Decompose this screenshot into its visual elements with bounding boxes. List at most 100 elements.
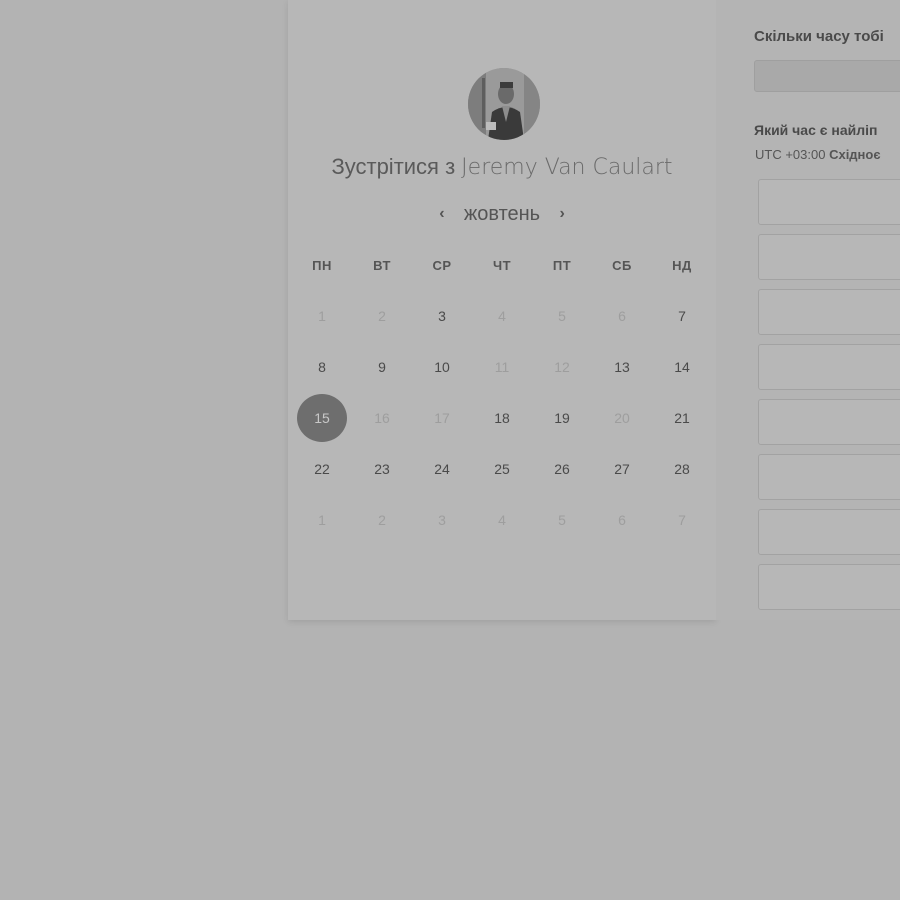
day-number: 24: [434, 460, 450, 477]
calendar-day[interactable]: 23: [352, 443, 412, 494]
time-label: Який час є найліп: [754, 122, 878, 138]
day-number: 18: [494, 409, 510, 426]
time-slot-button[interactable]: [758, 564, 900, 610]
day-number: 19: [554, 409, 570, 426]
day-number: 3: [438, 307, 446, 324]
time-slot-button[interactable]: [758, 289, 900, 335]
month-navigation: ‹ жовтень ›: [288, 200, 716, 228]
day-number: 4: [498, 511, 506, 528]
time-slot-button[interactable]: [758, 234, 900, 280]
day-number: 15: [314, 409, 330, 426]
current-month: жовтень: [463, 202, 541, 225]
chevron-right-icon[interactable]: ›: [550, 205, 574, 223]
day-number: 6: [618, 511, 626, 528]
calendar-day[interactable]: 8: [292, 341, 352, 392]
host-photo: [468, 68, 540, 140]
time-slot-button[interactable]: [758, 509, 900, 555]
calendar-day: 1: [292, 494, 352, 545]
calendar-day[interactable]: 27: [592, 443, 652, 494]
day-number: 13: [614, 358, 630, 375]
booking-page: Зустрітися з Jeremy Van Caulart ‹ жовтень…: [0, 0, 900, 900]
calendar-day[interactable]: 3: [412, 290, 472, 341]
calendar-day[interactable]: 7: [652, 290, 712, 341]
calendar-day[interactable]: 18: [472, 392, 532, 443]
day-number: 2: [378, 511, 386, 528]
host-avatar: [468, 68, 540, 140]
day-number: 25: [494, 460, 510, 477]
host-name: Jeremy Van Caulart: [461, 155, 673, 180]
day-number: 11: [494, 358, 510, 375]
day-number: 10: [434, 358, 450, 375]
meet-prefix: Зустрітися з: [331, 154, 456, 179]
calendar-day[interactable]: 26: [532, 443, 592, 494]
day-number: 1: [318, 511, 326, 528]
calendar-day: 17: [412, 392, 472, 443]
day-number: 22: [314, 460, 330, 477]
calendar-day[interactable]: 13: [592, 341, 652, 392]
timezone-info[interactable]: UTC +03:00 Східноє: [755, 147, 881, 162]
calendar-day: 4: [472, 494, 532, 545]
day-number: 12: [554, 358, 570, 375]
calendar-day: 6: [592, 290, 652, 341]
calendar-day: 16: [352, 392, 412, 443]
weekday-label: НД: [672, 257, 692, 273]
meeting-title: Зустрітися з Jeremy Van Caulart: [288, 154, 716, 180]
calendar-day: 2: [352, 290, 412, 341]
calendar-day: 4: [472, 290, 532, 341]
calendar-card: Зустрітися з Jeremy Van Caulart ‹ жовтень…: [288, 0, 716, 620]
day-number: 23: [374, 460, 390, 477]
day-number: 16: [374, 409, 390, 426]
weekday-label: ПН: [312, 257, 332, 273]
weekday-label: ЧТ: [492, 257, 512, 273]
calendar-day[interactable]: 9: [352, 341, 412, 392]
calendar-days: 1 2 3 4 5 6 7 8 9 10 11 12 13 14 15 16 17 18 19 20 21 22 23 24 2…: [292, 290, 712, 545]
day-number: 17: [434, 409, 450, 426]
day-number: 3: [438, 511, 446, 528]
day-number: 14: [674, 358, 690, 375]
weekday-label: ПТ: [552, 257, 572, 273]
time-slot-button[interactable]: [758, 399, 900, 445]
day-number: 21: [674, 409, 690, 426]
calendar-day[interactable]: 24: [412, 443, 472, 494]
time-slots-list: [758, 179, 900, 619]
day-number: 9: [378, 358, 386, 375]
day-number: 20: [614, 409, 630, 426]
calendar-day[interactable]: 28: [652, 443, 712, 494]
day-number: 7: [678, 511, 686, 528]
timezone-name: Східноє: [829, 147, 881, 162]
calendar-day[interactable]: 19: [532, 392, 592, 443]
time-slot-button[interactable]: [758, 454, 900, 500]
day-number: 5: [558, 307, 566, 324]
day-number: 27: [614, 460, 630, 477]
weekday-header: ПН ВТ СР ЧТ ПТ СБ НД: [292, 240, 712, 290]
day-number: 1: [318, 307, 326, 324]
calendar-day: 1: [292, 290, 352, 341]
calendar-day[interactable]: 14: [652, 341, 712, 392]
calendar-day: 6: [592, 494, 652, 545]
weekday-label: СР: [432, 257, 452, 273]
day-number: 5: [558, 511, 566, 528]
calendar-day: 2: [352, 494, 412, 545]
time-slot-button[interactable]: [758, 344, 900, 390]
calendar-day[interactable]: 25: [472, 443, 532, 494]
day-number: 26: [554, 460, 570, 477]
calendar-day: 5: [532, 290, 592, 341]
calendar-day[interactable]: 22: [292, 443, 352, 494]
calendar-day: 7: [652, 494, 712, 545]
calendar-grid: ПН ВТ СР ЧТ ПТ СБ НД 1 2 3 4 5 6 7 8 9 10 11 12 13 14 15 16 17…: [292, 240, 712, 545]
calendar-day: 11: [472, 341, 532, 392]
chevron-left-icon[interactable]: ‹: [430, 205, 454, 223]
calendar-day[interactable]: 10: [412, 341, 472, 392]
calendar-day: 20: [592, 392, 652, 443]
day-number: 28: [674, 460, 690, 477]
day-number: 4: [498, 307, 506, 324]
time-slot-button[interactable]: [758, 179, 900, 225]
calendar-day: 12: [532, 341, 592, 392]
calendar-day[interactable]: 21: [652, 392, 712, 443]
duration-select[interactable]: [754, 60, 900, 92]
weekday-label: СБ: [612, 257, 632, 273]
calendar-day-selected[interactable]: 15: [292, 392, 352, 443]
duration-label: Скільки часу тобі: [754, 28, 884, 45]
day-number: 7: [678, 307, 686, 324]
time-selection-panel: Скільки часу тобі Який час є найліп UTC …: [716, 0, 900, 620]
